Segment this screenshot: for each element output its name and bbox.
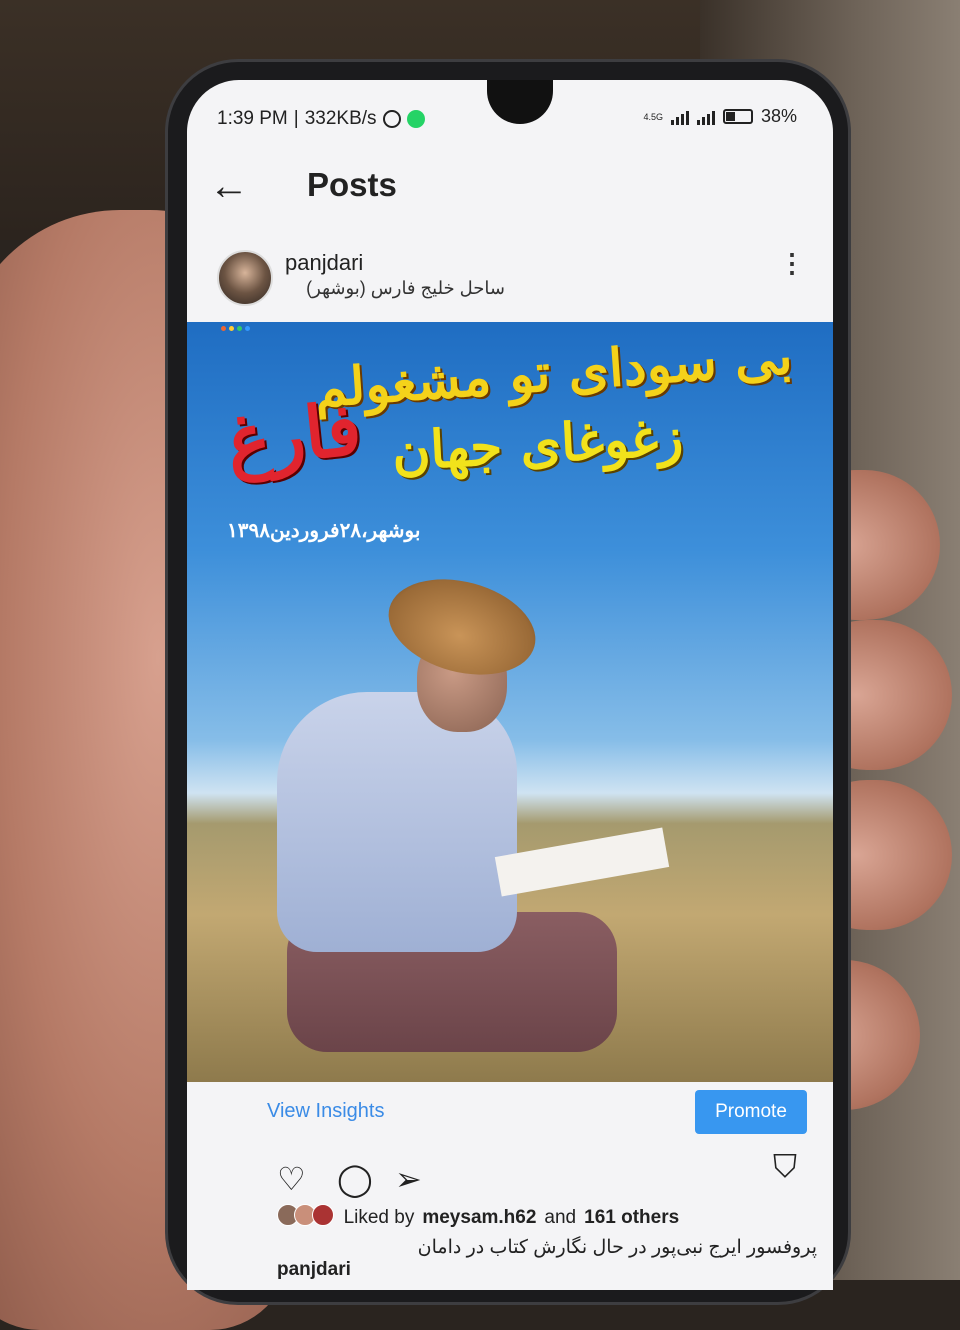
whatsapp-icon (406, 110, 425, 128)
network-speed: 332KB/s (304, 108, 377, 129)
signal-icon (670, 109, 689, 125)
liked-and: and (544, 1207, 577, 1228)
arrow-left-icon[interactable]: ← (209, 166, 249, 206)
avatar[interactable] (217, 250, 273, 306)
liked-user[interactable]: meysam.h62 (422, 1207, 536, 1229)
page-title: Posts (307, 166, 397, 203)
signal-icon (696, 109, 715, 125)
straw-hat (377, 564, 547, 690)
liked-by-label: Liked by (343, 1207, 415, 1228)
promote-button[interactable]: Promote (695, 1090, 807, 1134)
battery-level: 38% (760, 106, 797, 126)
status-bar: 1:39 PM | 332KB/s 4.5G 38% (217, 106, 797, 129)
view-insights-link[interactable]: View Insights (267, 1100, 384, 1123)
comment-icon[interactable]: ◯ (337, 1160, 373, 1198)
image-text-line2: زغوغای جهان (390, 406, 685, 483)
post-actions: ♡ ◯ ➢ ⛉ (267, 1148, 807, 1210)
post-location[interactable]: ساحل خلیج فارس (بوشهر) (285, 278, 505, 299)
top-bar: ← Posts (187, 150, 833, 220)
clock: 1:39 PM (217, 108, 288, 129)
share-icon[interactable]: ➢ (395, 1160, 422, 1198)
phone-screen: 1:39 PM | 332KB/s 4.5G 38% ← Posts panjd… (187, 80, 833, 1290)
image-text-line1: بی سودای تو مشغولم (312, 325, 795, 420)
brand-dots (221, 326, 250, 331)
caption-text: پروفسور ایرج نبی‌پور در حال نگارش کتاب د… (417, 1237, 817, 1258)
post-image[interactable]: بی سودای تو مشغولم زغوغای جهان فارغ بوشه… (187, 322, 833, 1082)
caption-username[interactable]: panjdari (277, 1259, 351, 1280)
alarm-icon (382, 110, 401, 128)
bookmark-icon[interactable]: ⛉ (773, 1148, 797, 1186)
person-torso (277, 692, 517, 952)
post-username[interactable]: panjdari (285, 250, 363, 276)
likes-row[interactable]: Liked by meysam.h62 and 161 others (277, 1204, 679, 1232)
liked-others[interactable]: 161 others (584, 1207, 679, 1229)
post-header: panjdari ساحل خلیج فارس (بوشهر) ⋮ (187, 240, 833, 324)
heart-icon[interactable]: ♡ (277, 1160, 306, 1198)
liker-avatar (311, 1204, 334, 1226)
battery-icon (722, 109, 753, 124)
more-options-icon[interactable]: ⋮ (779, 250, 805, 276)
image-date: بوشهر،۲۸فروردین۱۳۹۸ (227, 520, 421, 542)
network-type: 4.5G (643, 111, 663, 122)
notebook (494, 827, 670, 897)
image-text-line3: فارغ (222, 385, 366, 484)
post-caption: پروفسور ایرج نبی‌پور در حال نگارش کتاب د… (277, 1236, 817, 1281)
